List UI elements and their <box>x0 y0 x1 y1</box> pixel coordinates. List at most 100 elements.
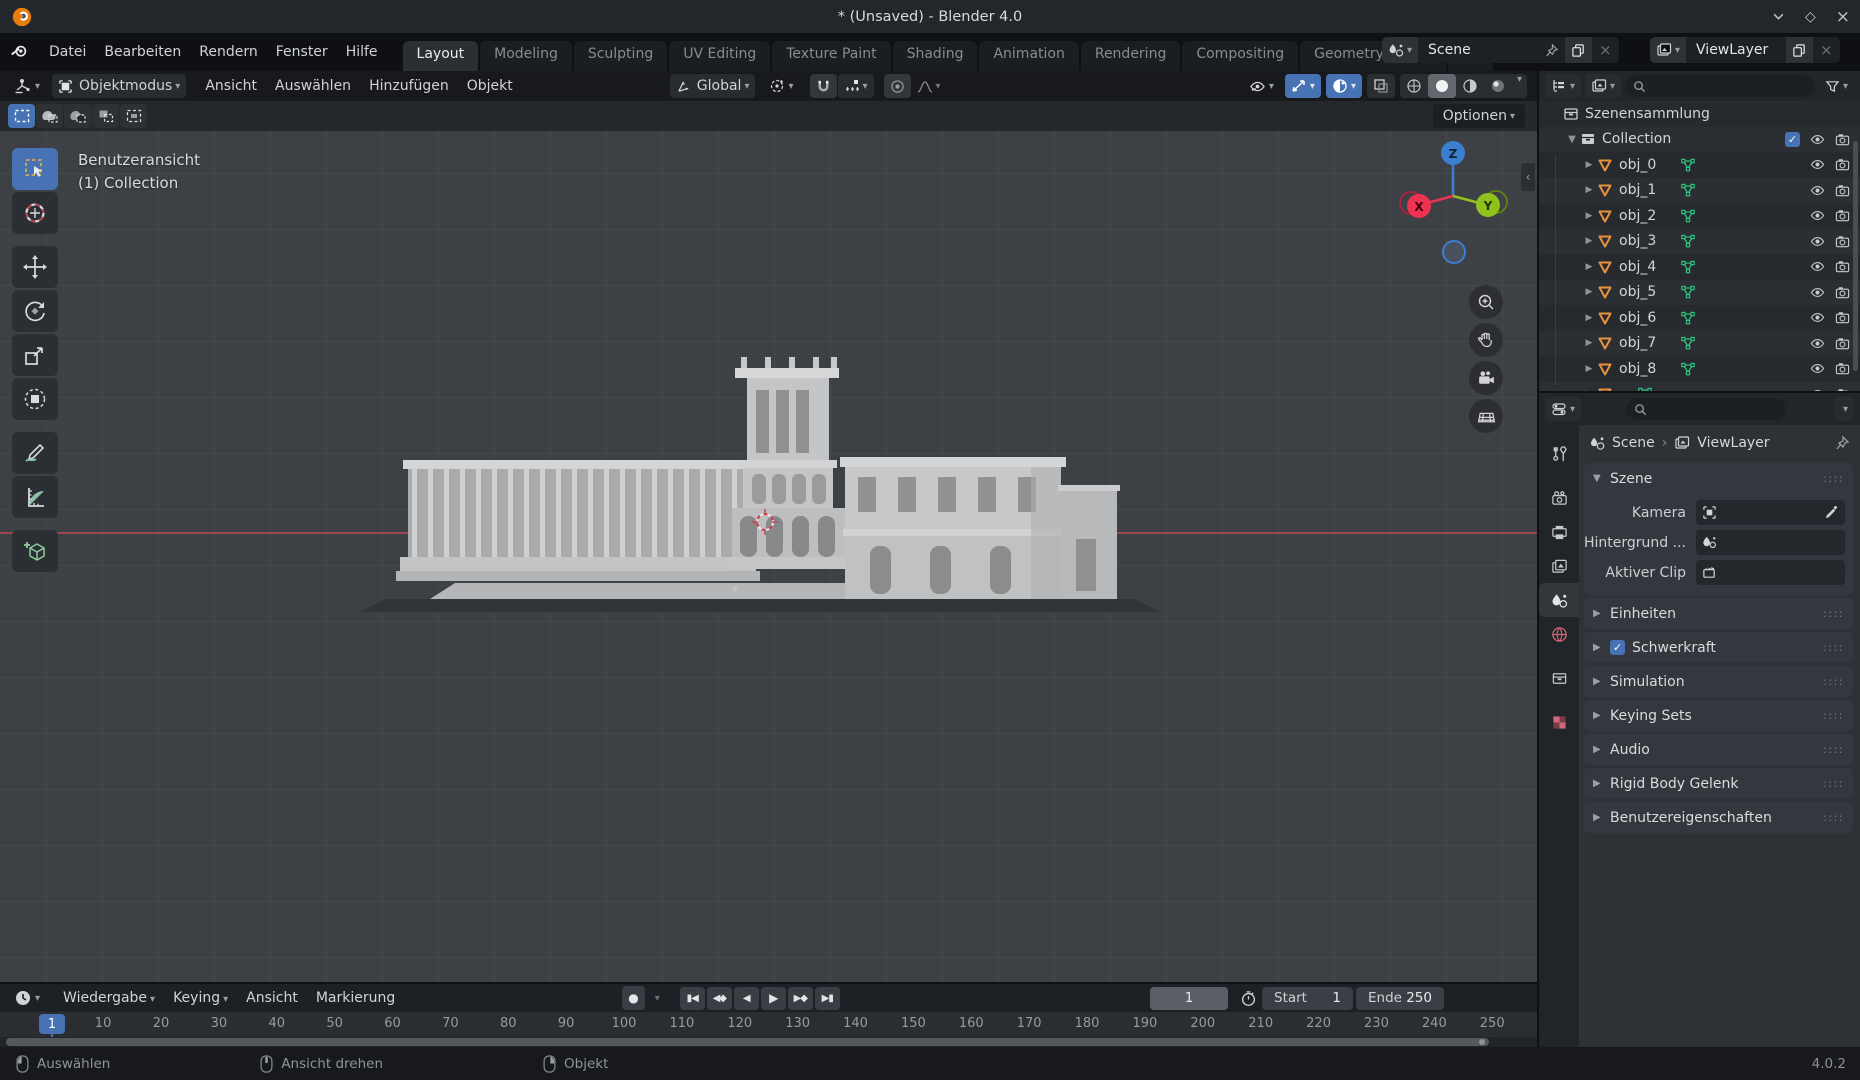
outliner-item-label[interactable]: obj_1 <box>1619 182 1656 198</box>
menu-bearbeiten[interactable]: Bearbeiten <box>95 40 190 64</box>
outliner-item-label[interactable]: Collection <box>1602 131 1671 147</box>
outliner-item-label[interactable]: obj_7 <box>1619 335 1656 351</box>
object-visibility-selector[interactable]: ▾ <box>1243 74 1280 98</box>
timeline-menu-ansicht[interactable]: Ansicht <box>237 986 307 1010</box>
panel-grip-icon[interactable]: :::: <box>1823 641 1844 654</box>
field-value[interactable] <box>1696 530 1845 555</box>
current-frame-field[interactable]: 1 <box>1150 987 1228 1010</box>
viewlayer-tab[interactable] <box>1539 549 1579 583</box>
hide-eye-icon[interactable] <box>1810 285 1825 300</box>
menu-datei[interactable]: Datei <box>40 40 95 64</box>
pin-icon[interactable] <box>1538 37 1565 63</box>
breadcrumb-viewlayer[interactable]: ViewLayer <box>1697 435 1769 451</box>
viewport-menu-objekt[interactable]: Objekt <box>458 75 522 97</box>
tab-compositing[interactable]: Compositing <box>1182 41 1298 71</box>
outliner-filter-button[interactable]: ▾ <box>1819 74 1854 98</box>
expander-icon[interactable]: ▶ <box>1581 262 1597 272</box>
jump-to-end-button[interactable]: ▶▮ <box>815 987 840 1010</box>
shading-material-button[interactable] <box>1456 74 1484 98</box>
new-scene-copy-button[interactable] <box>1565 37 1592 63</box>
expander-icon[interactable]: ▶ <box>1593 642 1603 653</box>
output-tab[interactable] <box>1539 515 1579 549</box>
snap-toggle[interactable] <box>810 74 837 98</box>
outliner-item-label[interactable]: obj_4 <box>1619 259 1656 275</box>
panel-header[interactable]: ▶Audio:::: <box>1584 734 1853 765</box>
expander-icon[interactable]: ▼ <box>1593 473 1603 484</box>
next-keyframe-button[interactable]: ▶◆ <box>788 987 813 1010</box>
expander-icon[interactable]: ▶ <box>1581 160 1597 170</box>
cursor-tool-button[interactable] <box>12 192 58 234</box>
transform-orientation-selector[interactable]: Global ▾ <box>670 74 756 98</box>
texture-tab[interactable] <box>1539 705 1579 739</box>
select-set-button[interactable] <box>8 104 35 128</box>
tab-animation[interactable]: Animation <box>979 41 1078 71</box>
world-tab[interactable] <box>1539 617 1579 651</box>
shading-options-caret[interactable]: ▾ <box>1517 74 1522 98</box>
outliner-row-obj_2[interactable]: ▶obj_2 <box>1539 203 1860 229</box>
outliner-row-obj_6[interactable]: ▶obj_6 <box>1539 305 1860 331</box>
model-building[interactable] <box>0 131 1537 982</box>
jump-to-start-button[interactable]: ▮◀ <box>680 987 705 1010</box>
timeline-editor-type-button[interactable]: ▾ <box>8 986 46 1010</box>
viewlayer-browse-button[interactable]: ▾ <box>1650 37 1686 63</box>
panel-header[interactable]: ▼Szene:::: <box>1584 463 1853 494</box>
xray-toggle[interactable] <box>1367 74 1395 98</box>
window-maximize-icon[interactable]: ◇ <box>1805 9 1816 25</box>
disable-render-icon[interactable] <box>1835 310 1850 325</box>
measure-tool-button[interactable] <box>12 476 58 518</box>
zoom-view-button[interactable] <box>1469 285 1503 319</box>
pivot-point-selector[interactable]: ▾ <box>763 74 799 98</box>
expander-icon[interactable]: ▶ <box>1593 812 1603 823</box>
use-preview-range-toggle[interactable] <box>1234 986 1263 1010</box>
expander-icon[interactable]: ▶ <box>1581 236 1597 246</box>
tab-modeling[interactable]: Modeling <box>480 41 572 71</box>
navigation-gizmo[interactable]: Z X Y <box>1397 139 1509 267</box>
expander-icon[interactable]: ▶ <box>1581 338 1597 348</box>
field-value[interactable] <box>1696 560 1845 585</box>
panel-grip-icon[interactable]: :::: <box>1823 607 1844 620</box>
panel-grip-icon[interactable]: :::: <box>1823 743 1844 756</box>
window-close-icon[interactable]: × <box>1836 7 1850 27</box>
play-button[interactable]: ▶ <box>761 987 786 1010</box>
viewport-3d[interactable]: Benutzeransicht (1) Collection Z X Y ‹ <box>0 131 1537 982</box>
hide-eye-icon[interactable] <box>1810 183 1825 198</box>
outliner-item-label[interactable]: obj_0 <box>1619 157 1656 173</box>
end-frame-field[interactable]: Ende250 <box>1356 987 1444 1010</box>
menu-fenster[interactable]: Fenster <box>267 40 337 64</box>
new-viewlayer-copy-button[interactable] <box>1786 37 1813 63</box>
scale-tool-button[interactable] <box>12 334 58 376</box>
expander-icon[interactable]: ▶ <box>1593 778 1603 789</box>
start-frame-field[interactable]: Start1 <box>1262 987 1353 1010</box>
expander-icon[interactable]: ▶ <box>1581 313 1597 323</box>
tab-shading[interactable]: Shading <box>893 41 978 71</box>
expander-icon[interactable]: ▶ <box>1593 710 1603 721</box>
mode-selector[interactable]: Objektmodus ▾ <box>52 74 186 98</box>
disable-render-icon[interactable] <box>1835 132 1850 147</box>
panel-header[interactable]: ▶Benutzereigenschaften:::: <box>1584 802 1853 833</box>
panel-header[interactable]: ▶Einheiten:::: <box>1584 598 1853 629</box>
timeline-menu-keying[interactable]: Keying▾ <box>164 986 237 1010</box>
disable-render-icon[interactable] <box>1835 183 1850 198</box>
show-overlays-toggle[interactable]: ▾ <box>1326 74 1362 98</box>
timeline-scrollbar-thumb[interactable] <box>6 1038 1489 1046</box>
unlink-scene-icon[interactable]: × <box>1592 41 1619 59</box>
editor-type-button[interactable]: ▾ <box>8 74 46 98</box>
outliner-display-mode-selector[interactable]: ▾ <box>1545 74 1581 98</box>
outliner-row-obj_7[interactable]: ▶ obj_7 <box>1539 331 1860 357</box>
render-tab[interactable] <box>1539 481 1579 515</box>
prev-keyframe-button[interactable]: ◀◆ <box>707 987 732 1010</box>
show-gizmo-toggle[interactable]: ▾ <box>1285 74 1321 98</box>
outliner-search-input[interactable] <box>1625 75 1815 97</box>
add-cube-tool-button[interactable] <box>12 530 58 572</box>
remove-viewlayer-icon[interactable]: × <box>1813 41 1840 59</box>
disable-render-icon[interactable] <box>1835 361 1850 376</box>
expander-icon[interactable]: ▶ <box>1593 676 1603 687</box>
timeline-ruler[interactable]: 1 10203040506070809010011012013014015016… <box>0 1012 1537 1037</box>
timeline-scrollbar[interactable] <box>0 1037 1537 1047</box>
pan-view-button[interactable] <box>1469 323 1503 357</box>
expander-icon[interactable]: ▶ <box>1593 744 1603 755</box>
hide-eye-icon[interactable] <box>1810 132 1825 147</box>
properties-editor-type-button[interactable]: ▾ <box>1545 397 1581 421</box>
eyedropper-icon[interactable] <box>1824 505 1839 520</box>
viewport-menu-hinzufügen[interactable]: Hinzufügen <box>360 75 458 97</box>
